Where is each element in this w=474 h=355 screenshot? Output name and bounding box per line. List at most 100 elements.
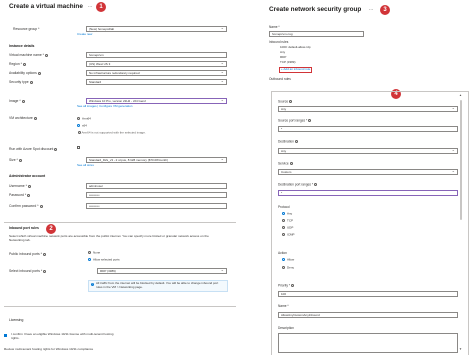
source-label: Source	[278, 99, 293, 104]
source-ports-input[interactable]: *	[278, 126, 458, 132]
service-select[interactable]: Custom	[278, 169, 458, 175]
username-label: Username *	[9, 184, 31, 188]
username-input[interactable]: adminuser	[86, 183, 227, 189]
public-ports-allow-radio[interactable]: Allow selected ports	[88, 257, 120, 262]
radio-selected-icon	[282, 212, 285, 215]
outbound-rules-label: Outbound rules	[269, 77, 291, 81]
action-deny-radio[interactable]: Deny	[282, 265, 295, 270]
arch-radio-x64[interactable]: x64	[77, 123, 87, 128]
see-all-sizes-link[interactable]: See all sizes	[77, 163, 94, 168]
protocol-any-radio[interactable]: Any	[282, 211, 292, 216]
info-icon	[294, 140, 298, 143]
rule-name-input[interactable]: AllowAnyCustomAnyInbound	[278, 312, 458, 318]
nsg-name-label: Name *	[269, 25, 280, 29]
scroll-down-icon[interactable]: ▼	[459, 347, 462, 352]
arch-arm64-label: Arm64	[82, 116, 91, 121]
vm-name-row: Virtual machine name * homepcvm	[9, 52, 229, 59]
select-ports-select[interactable]: RDP (3389)	[97, 268, 227, 274]
description-textarea[interactable]	[278, 333, 458, 353]
region-row: Region * (US) West US 3	[9, 61, 229, 68]
scroll-up-icon[interactable]: ▲	[459, 93, 462, 98]
destination-label: Destination	[278, 139, 298, 144]
page-title: Create a virtual machine	[9, 3, 83, 10]
protocol-icmp-radio[interactable]: ICMP	[282, 232, 295, 237]
action-allow-label: Allow	[287, 257, 295, 262]
region-label: Region *	[9, 62, 27, 66]
action-allow-radio[interactable]: Allow	[282, 257, 295, 262]
rule-name-label: Name *	[278, 304, 289, 308]
radio-icon	[88, 251, 91, 254]
inbound-port-rules-heading: Inbound port rules	[9, 226, 39, 230]
radio-icon	[282, 219, 285, 222]
add-inbound-rule-link[interactable]: + Add an inbound rule	[279, 67, 313, 73]
create-vm-panel: Create a virtual machine ... 1 Resource …	[0, 0, 262, 355]
availability-select[interactable]: No infrastructure redundancy required	[86, 70, 227, 76]
resource-group-row: Resource group * (New) homepcdlab	[9, 26, 229, 33]
protocol-tcp-radio[interactable]: TCP	[282, 218, 293, 223]
info-icon	[29, 80, 33, 84]
info-icon	[43, 252, 46, 256]
vm-architecture-row: VM architecture	[9, 115, 229, 122]
add-rule-pane: Source Any Source port ranges * * Destin…	[271, 91, 469, 355]
radio-selected-icon	[282, 258, 285, 261]
protocol-icmp-label: ICMP	[287, 232, 295, 237]
info-icon	[291, 284, 295, 287]
arch-radio-arm64[interactable]: Arm64	[77, 116, 91, 121]
none-label: None	[93, 250, 101, 255]
allow-selected-label: Allow selected ports	[93, 257, 120, 262]
public-ports-none-radio[interactable]: None	[88, 250, 101, 255]
priority-input[interactable]: 100	[278, 291, 458, 297]
license-checkbox[interactable]	[4, 334, 9, 338]
destination-select[interactable]: Any	[278, 148, 458, 154]
confirm-password-row: Confirm password * ••••••••••	[9, 203, 229, 210]
info-icon	[37, 71, 41, 75]
image-links[interactable]: See all images | Configure VM generation	[77, 104, 132, 109]
license-review-link[interactable]: Review multi-tenant hosting rights for W…	[4, 347, 214, 352]
protocol-label: Protocol	[278, 205, 290, 209]
confirm-password-input[interactable]: ••••••••••	[86, 203, 227, 209]
arch-note: Arm64 is not supported with the selected…	[77, 130, 146, 135]
dest-ports-input[interactable]: *	[278, 190, 458, 196]
select-ports-label: Select inbound ports *	[9, 269, 47, 273]
inbound-description: Select which virtual machine network por…	[9, 234, 209, 242]
size-select[interactable]: Standard_D2s_v3 - 2 vcpus, 8 GiB memory …	[86, 157, 227, 163]
callout-marker-3: 3	[380, 5, 390, 15]
more-icon[interactable]: ...	[88, 3, 92, 9]
radio-icon	[282, 266, 285, 269]
scroll-thumb[interactable]	[460, 100, 462, 220]
radio-selected-icon	[88, 258, 91, 261]
info-icon	[18, 158, 22, 162]
action-label: Action	[278, 251, 287, 255]
security-type-select[interactable]: Standard	[86, 79, 227, 85]
info-icon: i	[91, 283, 95, 287]
info-icon	[289, 162, 293, 165]
password-row: Password * ••••••••••	[9, 192, 229, 199]
priority-label: Priority *	[278, 283, 295, 288]
vm-architecture-label: VM architecture	[9, 116, 37, 120]
select-ports-row: Select inbound ports * RDP (3389)	[9, 268, 229, 275]
create-new-link[interactable]: Create new	[77, 32, 92, 37]
callout-marker-2: 2	[46, 224, 56, 234]
security-type-row: Security type Standard	[9, 79, 229, 86]
protocol-udp-radio[interactable]: UDP	[282, 225, 293, 230]
resource-group-select[interactable]: (New) homepcdlab	[86, 26, 227, 32]
info-icon	[78, 131, 81, 134]
description-label: Description	[278, 326, 294, 330]
nsg-name-input[interactable]: homepcvm-nsg	[269, 31, 364, 37]
username-row: Username * adminuser	[9, 183, 229, 190]
source-select[interactable]: Any	[278, 106, 458, 112]
spot-label: Run with Azure Spot discount	[9, 147, 58, 151]
pane-scrollbar[interactable]: ▲ ▼	[459, 93, 463, 352]
region-select[interactable]: (US) West US 3	[86, 61, 227, 67]
source-ports-label: Source port ranges *	[278, 118, 312, 123]
info-icon	[314, 183, 318, 186]
more-icon[interactable]: ...	[369, 6, 373, 12]
action-deny-label: Deny	[287, 265, 295, 270]
availability-label: Availability options	[9, 71, 41, 75]
public-ports-label: Public inbound ports *	[9, 252, 46, 256]
password-input[interactable]: ••••••••••	[86, 192, 227, 198]
info-icon	[21, 99, 25, 103]
vm-name-input[interactable]: homepcvm	[86, 52, 227, 58]
spot-checkbox[interactable]	[77, 146, 82, 150]
protocol-tcp-label: TCP	[287, 218, 293, 223]
